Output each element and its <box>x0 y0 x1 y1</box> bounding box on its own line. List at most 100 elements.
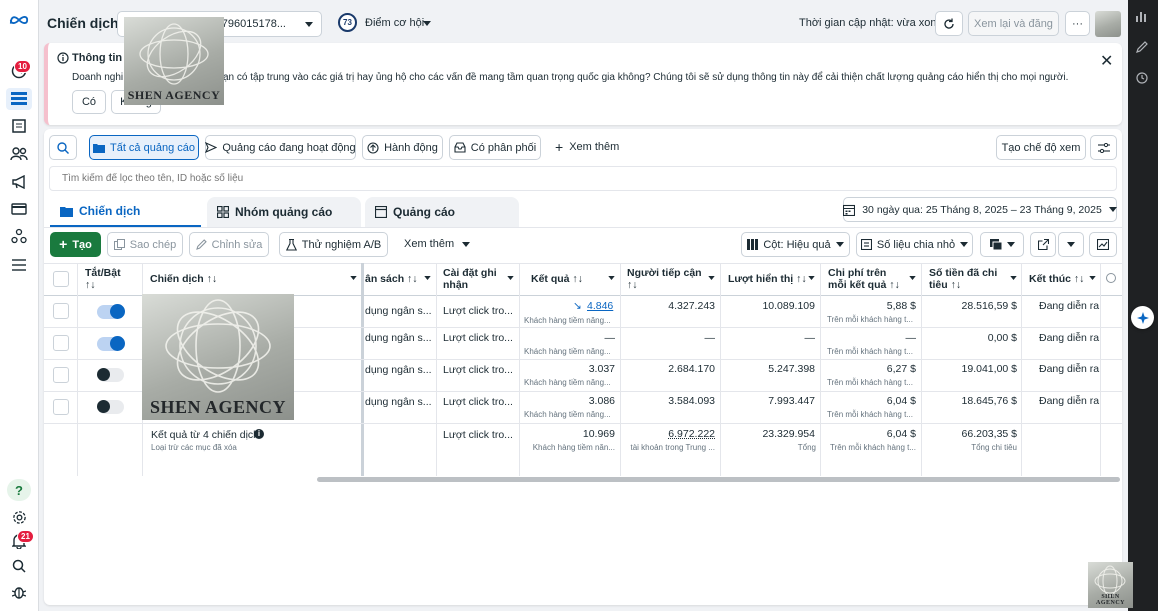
col-cost-per-result[interactable]: Chi phí trên mỗi kết quả ↑↓ <box>828 263 906 296</box>
info-icon <box>57 52 69 64</box>
edit-button[interactable]: Chỉnh sửa <box>189 232 269 257</box>
help-icon[interactable]: ? <box>7 479 31 501</box>
summary-reach: 6.972.222 <box>668 428 715 440</box>
filter-see-more[interactable]: + Xem thêm <box>555 140 619 154</box>
columns-selector[interactable]: Cột: Hiệu quả <box>741 232 850 257</box>
results-cell[interactable]: 4.846 <box>587 300 613 312</box>
caret-down-icon[interactable] <box>808 276 815 280</box>
search-toggle-button[interactable] <box>49 135 77 160</box>
caret-down-icon[interactable] <box>909 276 916 280</box>
audiences-icon[interactable] <box>9 144 29 164</box>
menu-icon[interactable] <box>9 255 29 275</box>
business-settings-icon[interactable] <box>9 226 29 246</box>
campaign-toggle[interactable] <box>97 400 124 414</box>
attribution-cell: Lượt click tro... <box>443 305 513 317</box>
col-onoff[interactable]: Tắt/Bật ↑↓ <box>85 263 135 296</box>
settings-gear-icon[interactable] <box>9 507 29 527</box>
line-chart-icon <box>1097 239 1109 250</box>
row-checkbox[interactable] <box>53 335 69 351</box>
col-impressions[interactable]: Lượt hiển thị ↑↓ <box>728 263 808 296</box>
summary-subtitle: Loại trừ các mục đã xóa <box>151 443 237 452</box>
filter-all-ads[interactable]: Tất cả quảng cáo <box>89 135 199 160</box>
cpr-cell: 6,04 $ <box>886 395 916 407</box>
banner-title: Thông tin t <box>72 52 129 64</box>
summary-results: 10.969 <box>582 428 615 440</box>
billing-card-icon[interactable] <box>9 199 29 219</box>
horizontal-scrollbar[interactable] <box>317 477 1120 482</box>
filter-delivery[interactable]: Có phân phối <box>449 135 541 160</box>
col-results[interactable]: Kết quả ↑↓ <box>531 263 601 296</box>
campaigns-table-icon[interactable] <box>6 88 32 110</box>
tab-adsets[interactable]: Nhóm quảng cáo <box>207 197 361 227</box>
caret-down-icon[interactable] <box>1010 276 1017 280</box>
filter-actions[interactable]: Hành động <box>362 135 443 160</box>
filter-active-ads[interactable]: Quảng cáo đang hoạt động <box>205 135 356 160</box>
info-icon[interactable]: i <box>254 429 264 439</box>
pages-icon[interactable] <box>9 116 29 136</box>
history-clock-icon[interactable] <box>1136 72 1148 84</box>
export-button[interactable] <box>1030 232 1056 257</box>
tab-campaigns[interactable]: Chiến dịch <box>50 197 201 227</box>
col-attribution[interactable]: Cài đặt ghi nhận <box>443 263 503 296</box>
select-all-checkbox[interactable] <box>53 271 69 287</box>
date-range-picker[interactable]: 30 ngày qua: 25 Tháng 8, 2025 – 23 Tháng… <box>843 197 1117 222</box>
campaign-toggle[interactable] <box>97 368 124 382</box>
cpr-subtext: Trên mỗi khách hàng t... <box>827 347 913 356</box>
reach-cell: 2.684.170 <box>668 363 715 375</box>
search-icon[interactable] <box>9 556 29 576</box>
caret-down-icon[interactable] <box>424 276 431 280</box>
tab-ads-label: Quảng cáo <box>393 205 456 219</box>
account-avatar[interactable] <box>1095 11 1121 37</box>
opportunity-score-gauge[interactable]: 73 <box>338 13 357 32</box>
col-campaign[interactable]: Chiến dịch ↑↓ <box>150 263 350 296</box>
caret-down-icon[interactable] <box>350 276 357 280</box>
caret-down-icon <box>960 242 969 247</box>
frozen-column-divider[interactable] <box>361 263 364 476</box>
col-divider <box>1100 263 1101 476</box>
create-button[interactable]: + Tạo <box>50 232 101 257</box>
col-budget[interactable]: ân sách ↑↓ <box>365 263 425 296</box>
pencil-icon[interactable] <box>1136 41 1148 53</box>
close-icon[interactable]: ✕ <box>1100 51 1113 71</box>
col-end[interactable]: Kết thúc ↑↓ <box>1029 263 1089 296</box>
col-reach[interactable]: Người tiếp cận ↑↓ <box>627 263 702 296</box>
caret-down-icon <box>1108 207 1117 212</box>
caret-down-icon[interactable] <box>708 276 715 280</box>
ad-icon <box>375 206 387 218</box>
toolbar-more[interactable]: Xem thêm <box>404 238 471 250</box>
breakdown-selector[interactable]: Số liệu chia nhỏ <box>856 232 973 257</box>
watermark-text: SHEN AGENCY <box>149 397 287 417</box>
caret-down-icon[interactable] <box>507 276 514 280</box>
review-publish-button[interactable]: Xem lại và đăng <box>968 11 1059 36</box>
chart-icon[interactable] <box>1136 10 1148 22</box>
megaphone-icon[interactable] <box>9 172 29 192</box>
export-dropdown[interactable] <box>1058 232 1084 257</box>
meta-logo-icon[interactable] <box>9 10 29 30</box>
campaign-toggle[interactable] <box>97 304 125 319</box>
reports-button[interactable] <box>980 232 1024 257</box>
search-filter-input[interactable] <box>49 166 1117 191</box>
row-checkbox[interactable] <box>53 303 69 319</box>
tab-ads[interactable]: Quảng cáo <box>365 197 519 227</box>
trend-down-icon: ↘ <box>573 300 582 312</box>
ab-test-button[interactable]: Thử nghiệm A/B <box>279 232 388 257</box>
caret-down-icon[interactable] <box>423 21 431 26</box>
column-settings-icon[interactable] <box>1106 273 1116 283</box>
campaign-toggle[interactable] <box>97 336 125 351</box>
refresh-button[interactable] <box>935 11 963 36</box>
more-options-button[interactable]: ··· <box>1065 11 1090 36</box>
opportunity-score-label[interactable]: Điểm cơ hội <box>365 17 424 29</box>
view-settings-button[interactable] <box>1090 135 1117 160</box>
col-amount-spent[interactable]: Số tiền đã chi tiêu ↑↓ <box>929 263 1004 296</box>
row-checkbox[interactable] <box>53 399 69 415</box>
reach-cell: 3.584.093 <box>668 395 715 407</box>
duplicate-button[interactable]: Sao chép <box>107 232 183 257</box>
ai-assistant-icon[interactable] <box>1131 306 1154 329</box>
row-checkbox[interactable] <box>53 367 69 383</box>
caret-down-icon[interactable] <box>608 276 615 280</box>
bug-report-icon[interactable] <box>9 581 29 601</box>
create-view-button[interactable]: Tạo chế độ xem <box>996 135 1086 160</box>
caret-down-icon[interactable] <box>1089 276 1096 280</box>
charts-button[interactable] <box>1089 232 1117 257</box>
yes-button[interactable]: Có <box>72 90 106 114</box>
